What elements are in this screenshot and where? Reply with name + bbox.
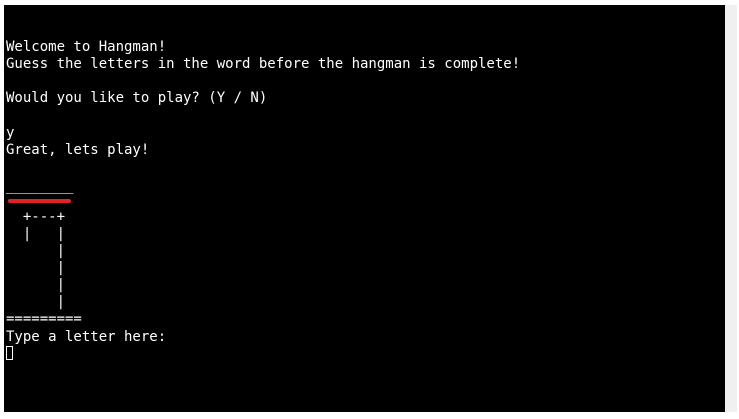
scrollbar[interactable] bbox=[725, 5, 737, 412]
word-blanks: ________ bbox=[6, 178, 74, 194]
gallows-line: | bbox=[6, 277, 66, 293]
red-underline-mark bbox=[8, 199, 71, 203]
instructions-text: Guess the letters in the word before the… bbox=[6, 56, 521, 72]
gallows-line: | bbox=[6, 294, 66, 310]
input-cursor[interactable] bbox=[6, 346, 13, 360]
letter-prompt: Type a letter here: bbox=[6, 329, 167, 345]
gallows-line: | bbox=[6, 243, 66, 259]
response-text: Great, lets play! bbox=[6, 142, 150, 158]
user-answer: y bbox=[6, 125, 15, 141]
gallows-line: +---+ bbox=[6, 209, 66, 225]
welcome-text: Welcome to Hangman! bbox=[6, 39, 167, 55]
gallows-base: ========= bbox=[6, 311, 82, 327]
play-prompt: Would you like to play? (Y / N) bbox=[6, 90, 268, 106]
gallows-line: | bbox=[6, 260, 66, 276]
gallows-line: | | bbox=[6, 226, 66, 242]
terminal-window[interactable]: Welcome to Hangman! Guess the letters in… bbox=[4, 5, 725, 412]
